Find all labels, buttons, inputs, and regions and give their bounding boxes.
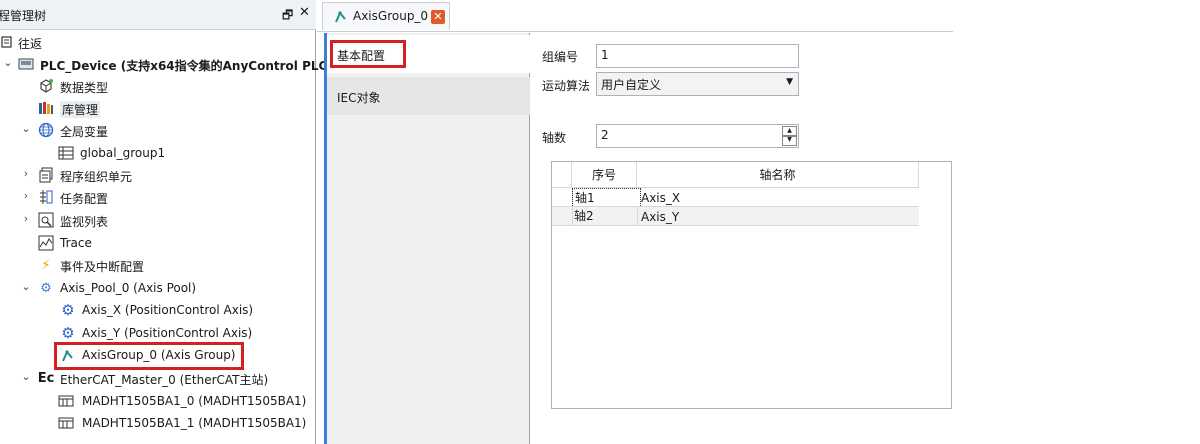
tab-axisgroup[interactable]: AxisGroup_0 ✕ bbox=[322, 2, 450, 30]
axis-count-spinbox[interactable]: 2 ▲ ▼ bbox=[596, 124, 799, 148]
table-row[interactable]: 轴1 Axis_X bbox=[552, 188, 919, 208]
ethercat-icon: Ec bbox=[37, 370, 55, 386]
axis-table: 序号 轴名称 轴1 Axis_X 轴2 Axis_Y bbox=[551, 161, 952, 409]
document-stack-icon bbox=[38, 167, 54, 183]
motion-algorithm-label: 运动算法 bbox=[542, 79, 591, 93]
lightning-icon: ⚡ bbox=[41, 257, 51, 273]
globe-icon bbox=[38, 122, 54, 138]
tree-item-servo-0[interactable]: MADHT1505BA1_0 (MADHT1505BA1) bbox=[0, 391, 316, 413]
tree-item-task-config[interactable]: › 任务配置 bbox=[0, 187, 316, 209]
chevron-down-icon[interactable]: ⌄ bbox=[2, 56, 14, 69]
tree-item-label: Trace bbox=[60, 236, 92, 250]
highlight-box-tree-item bbox=[54, 342, 244, 370]
gear-icon: ⚙ bbox=[61, 324, 75, 342]
nav-item-iec-objects[interactable]: IEC对象 bbox=[327, 77, 530, 115]
tree-item-global-group1[interactable]: global_group1 bbox=[0, 143, 316, 165]
gears-icon: ⚙ bbox=[40, 280, 52, 296]
tree-item-label: 库管理 bbox=[60, 101, 101, 118]
cube-icon bbox=[38, 78, 54, 94]
tree-item-plc-device[interactable]: ⌄ PLC_Device (支持x64指令集的AnyControl PLC bbox=[0, 54, 327, 76]
tree-item-axis-x[interactable]: ⚙ Axis_X (PositionControl Axis) bbox=[0, 300, 316, 322]
tab-label: AxisGroup_0 bbox=[353, 9, 429, 23]
nav-item-label: IEC对象 bbox=[337, 91, 381, 105]
servo-drive-icon bbox=[58, 393, 74, 409]
tree-item-label: Axis_Pool_0 (Axis Pool) bbox=[60, 281, 197, 295]
plc-device-icon bbox=[18, 56, 34, 72]
motion-algorithm-select[interactable]: 用户自定义 ▼ bbox=[596, 72, 799, 96]
dropdown-arrow-icon: ▼ bbox=[786, 77, 793, 87]
watch-list-icon bbox=[38, 212, 54, 228]
trace-chart-icon bbox=[38, 235, 54, 251]
motion-algorithm-value: 用户自定义 bbox=[601, 78, 662, 92]
close-icon[interactable]: ✕ bbox=[299, 5, 310, 20]
row-index-cell[interactable]: 轴1 bbox=[572, 188, 641, 208]
group-number-value: 1 bbox=[601, 48, 609, 62]
tree-panel-title: 程管理树 bbox=[0, 9, 47, 23]
table-row[interactable]: 轴2 Axis_Y bbox=[552, 207, 919, 226]
gear-icon: ⚙ bbox=[61, 301, 75, 319]
table-corner-cell bbox=[552, 162, 572, 188]
tree-item-label: global_group1 bbox=[80, 146, 166, 160]
tree-item-ethercat-master[interactable]: ⌄ Ec EtherCAT_Master_0 (EtherCAT主站) bbox=[0, 368, 316, 390]
tab-close-icon[interactable]: ✕ bbox=[431, 10, 445, 24]
library-books-icon bbox=[38, 100, 54, 116]
highlight-box-nav-item bbox=[330, 40, 406, 68]
column-header-index[interactable]: 序号 bbox=[572, 162, 637, 188]
tree-item-library[interactable]: 库管理 bbox=[0, 98, 316, 120]
axis-count-label: 轴数 bbox=[542, 131, 567, 145]
servo-drive-icon bbox=[58, 415, 74, 431]
tree-item-label: MADHT1505BA1_0 (MADHT1505BA1) bbox=[82, 394, 307, 408]
chevron-down-icon[interactable]: ⌄ bbox=[20, 280, 32, 293]
tree-item-events[interactable]: ⚡ 事件及中断配置 bbox=[0, 255, 316, 277]
tree-item-label: Axis_X (PositionControl Axis) bbox=[82, 303, 254, 317]
chevron-right-icon[interactable]: › bbox=[20, 167, 32, 180]
tree-item-label: Axis_Y (PositionControl Axis) bbox=[82, 326, 253, 340]
tree-item-servo-1[interactable]: MADHT1505BA1_1 (MADHT1505BA1) bbox=[0, 413, 316, 435]
column-header-axis-name[interactable]: 轴名称 bbox=[637, 162, 919, 188]
tree-item-label: 全局变量 bbox=[60, 125, 109, 139]
tree-item-watch-list[interactable]: › 监视列表 bbox=[0, 210, 316, 232]
row-axis-name-cell[interactable]: Axis_X bbox=[641, 189, 680, 207]
row-index-cell[interactable]: 轴2 bbox=[574, 207, 638, 225]
tree-panel-header: 程管理树 🗗 ✕ bbox=[0, 0, 316, 30]
task-config-icon bbox=[38, 189, 54, 205]
spin-down-icon[interactable]: ▼ bbox=[782, 135, 797, 146]
tree-item-label: EtherCAT_Master_0 (EtherCAT主站) bbox=[60, 373, 269, 387]
tree-item-axis-pool[interactable]: ⌄ ⚙ Axis_Pool_0 (Axis Pool) bbox=[0, 278, 316, 300]
chevron-right-icon[interactable]: › bbox=[20, 212, 32, 225]
tree-item-label: 监视列表 bbox=[60, 215, 109, 229]
chevron-down-icon[interactable]: ⌄ bbox=[20, 122, 32, 135]
float-window-icon[interactable]: 🗗 bbox=[282, 6, 293, 27]
tree-item-label: 程序组织单元 bbox=[60, 170, 133, 184]
tree-item-label: 往返 bbox=[18, 37, 43, 51]
tree-item-root[interactable]: 往返 bbox=[0, 32, 316, 54]
folder-icon bbox=[0, 34, 16, 50]
axis-count-value: 2 bbox=[601, 128, 609, 142]
tree-item-label: 任务配置 bbox=[60, 192, 109, 206]
chevron-right-icon[interactable]: › bbox=[20, 189, 32, 202]
tree-item-trace[interactable]: Trace bbox=[0, 233, 316, 255]
tree-item-label: 数据类型 bbox=[60, 81, 109, 95]
tree-item-label: MADHT1505BA1_1 (MADHT1505BA1) bbox=[82, 416, 307, 430]
tree-item-data-types[interactable]: 数据类型 bbox=[0, 76, 316, 98]
chevron-down-icon[interactable]: ⌄ bbox=[20, 370, 32, 383]
row-axis-name-cell[interactable]: Axis_Y bbox=[641, 208, 679, 226]
tree-item-label: PLC_Device (支持x64指令集的AnyControl PLC bbox=[40, 59, 328, 73]
table-icon bbox=[58, 145, 74, 161]
group-number-input[interactable]: 1 bbox=[596, 44, 799, 68]
robot-arm-icon bbox=[333, 8, 349, 27]
config-nav-pane: 基本配置 IEC对象 bbox=[324, 33, 530, 444]
tree-item-global-vars[interactable]: ⌄ 全局变量 bbox=[0, 120, 316, 142]
group-number-label: 组编号 bbox=[542, 50, 579, 64]
tree-item-label: 事件及中断配置 bbox=[60, 260, 145, 274]
tree-item-pou[interactable]: › 程序组织单元 bbox=[0, 165, 316, 187]
